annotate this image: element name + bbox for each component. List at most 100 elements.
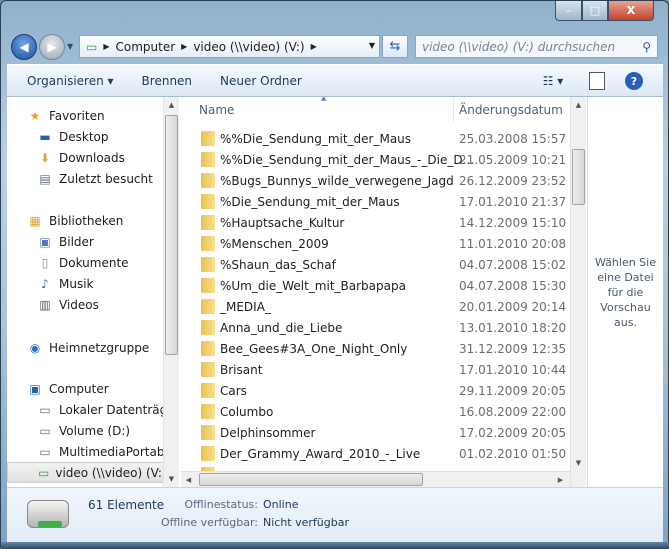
file-row[interactable]: %Shaun_das_Schaf 04.07.2008 15:02 [181, 254, 570, 275]
breadcrumb-separator-icon[interactable]: ▶ [311, 42, 317, 51]
folder-icon [201, 362, 215, 377]
column-header-date[interactable]: Änderungsdatum [459, 103, 563, 117]
folder-icon [201, 173, 215, 188]
file-name: Cars [220, 383, 247, 398]
search-input[interactable]: video (\\video) (V:) durchsuchen ⚲ [415, 35, 658, 58]
refresh-button[interactable]: ⇆ [382, 35, 408, 58]
nav-scrollbar-thumb[interactable] [165, 115, 178, 355]
file-date: 01.02.2010 01:50 [459, 446, 567, 461]
file-name: Der_Grammy_Award_2010_-_Live [220, 446, 421, 461]
nav-item[interactable]: ▤ Zuletzt besucht [7, 168, 153, 189]
file-row[interactable]: %Bugs_Bunnys_wilde_verwegene_Jagd 26.12.2… [181, 170, 570, 191]
file-row[interactable]: _MEDIA_ 20.01.2009 20:14 [181, 296, 570, 317]
file-name: %Um_die_Welt_mit_Barbapapa [220, 278, 406, 293]
nav-item-label: Favoriten [49, 108, 105, 123]
offline-status-label: Offlinestatus: [184, 498, 258, 511]
column-header-name[interactable]: Name [199, 103, 234, 117]
organize-button[interactable]: Organisieren ▾ [7, 74, 128, 88]
file-list-scrollbar[interactable]: ▲ ▼ [570, 97, 586, 487]
nav-item[interactable]: ▬ Desktop [7, 126, 108, 147]
forward-button[interactable]: ▶ [39, 34, 65, 60]
breadcrumb-separator-icon[interactable]: ▶ [103, 42, 109, 51]
scroll-down-icon[interactable]: ▼ [571, 455, 586, 471]
nav-item[interactable]: ▦ Bibliotheken [7, 210, 123, 231]
file-row[interactable]: %%Die_Sendung_mit_der_Maus 25.03.2008 15:… [181, 128, 570, 149]
recent-pages-dropdown[interactable]: ▼ [67, 42, 73, 51]
scroll-left-icon[interactable]: ◀ [181, 472, 196, 487]
file-row[interactable]: %Hauptsache_Kultur 14.12.2009 15:10 [181, 212, 570, 233]
file-row[interactable]: Delphinsommer 17.02.2009 20:05 [181, 422, 570, 443]
file-date: 14.12.2009 15:10 [459, 215, 567, 230]
horizontal-scrollbar[interactable]: ◀ ▶ [181, 471, 570, 487]
file-list-scrollbar-thumb[interactable] [572, 149, 585, 205]
file-row[interactable]: %Die_Sendung_mit_der_Maus 17.01.2010 21:3… [181, 191, 570, 212]
folder-icon [201, 299, 215, 314]
nav-item[interactable]: ♪ Musik [7, 273, 93, 294]
nav-item-label: Zuletzt besucht [59, 171, 153, 186]
burn-button[interactable]: Brennen [128, 74, 206, 88]
nav-item[interactable]: ▯ Dokumente [7, 252, 129, 273]
view-options-button[interactable]: ☷ ▾ [535, 72, 571, 90]
file-row[interactable]: Bee_Gees#3A_One_Night_Only 31.12.2009 12:… [181, 338, 570, 359]
minimize-button[interactable]: – [555, 1, 582, 21]
file-row[interactable]: %%Die_Sendung_mit_der_Maus_-_Die_D... 21.… [181, 149, 570, 170]
nav-item-label: Dokumente [59, 255, 129, 270]
nav-item[interactable]: ▭ Volume (D:) [7, 420, 130, 441]
desktop-icon: ▬ [39, 129, 51, 144]
scroll-up-icon[interactable]: ▲ [164, 97, 179, 113]
nav-item[interactable]: ▭ Lokaler Datenträger [7, 399, 179, 420]
file-row[interactable]: Columbo 16.08.2009 22:00 [181, 401, 570, 422]
breadcrumb-computer[interactable]: Computer [116, 40, 176, 54]
file-name: %%Die_Sendung_mit_der_Maus_-_Die_D... [220, 152, 475, 167]
scroll-up-icon[interactable]: ▲ [571, 97, 586, 113]
local-disk-icon: ▭ [39, 402, 51, 417]
nav-item[interactable]: ▣ Computer [7, 378, 108, 399]
address-bar[interactable]: ▭ ▶ Computer ▶ video (\\video) (V:) ▶ ▼ [79, 35, 380, 58]
folder-icon [201, 236, 215, 251]
chevron-down-icon[interactable]: ▼ [369, 41, 375, 50]
file-row[interactable]: %Menschen_2009 11.01.2010 20:08 [181, 233, 570, 254]
nav-item[interactable]: ◉ Heimnetzgruppe [7, 337, 149, 358]
file-row[interactable]: Anna_und_die_Liebe 13.01.2010 18:20 [181, 317, 570, 338]
file-list: Name ▲ Änderungsdatum %%Die_Sendung_mit_… [181, 97, 586, 487]
file-date: 25.03.2008 15:57 [459, 131, 567, 146]
nav-item[interactable]: ★ Favoriten [7, 105, 105, 126]
nav-item[interactable]: ▥ Videos [7, 294, 99, 315]
nav-item[interactable]: ▭ video (\\video) (V:) [7, 462, 167, 483]
file-date: 04.07.2008 15:02 [459, 257, 567, 272]
search-placeholder: video (\\video) (V:) durchsuchen [422, 39, 616, 54]
file-row[interactable]: Brisant 17.01.2010 10:44 [181, 359, 570, 380]
folder-icon [201, 215, 215, 230]
column-divider[interactable] [453, 97, 454, 122]
nav-item-label: Bibliotheken [49, 213, 124, 228]
search-icon[interactable]: ⚲ [642, 40, 651, 54]
folder-icon [201, 341, 215, 356]
breadcrumb-separator-icon[interactable]: ▶ [181, 42, 187, 51]
breadcrumb-video[interactable]: video (\\video) (V:) [193, 40, 304, 54]
explorer-window: – □ X ◀ ▶ ▼ ▭ ▶ Computer ▶ video (\\vide… [0, 0, 669, 549]
file-name: _MEDIA_ [220, 299, 271, 314]
folder-icon [201, 257, 215, 272]
help-button[interactable]: ? [625, 72, 643, 90]
nav-item-label: Bilder [59, 234, 94, 249]
folder-icon [201, 194, 215, 209]
nav-item[interactable]: ⬇ Downloads [7, 147, 125, 168]
new-folder-button[interactable]: Neuer Ordner [206, 74, 316, 88]
nav-item[interactable]: ▭ MultimediaPortable [7, 441, 175, 462]
nav-scrollbar[interactable]: ▲ ▼ [163, 97, 179, 487]
file-row[interactable]: Der_Grammy_Award_2010_-_Live 01.02.2010 0… [181, 443, 570, 464]
scroll-down-icon[interactable]: ▼ [164, 471, 179, 487]
file-row[interactable]: Cars 29.11.2009 20:05 [181, 380, 570, 401]
preview-pane-button[interactable] [589, 72, 605, 90]
nav-item[interactable]: ▣ Bilder [7, 231, 94, 252]
documents-icon: ▯ [41, 255, 49, 270]
details-pane: 61 Elemente Offlinestatus: Online Offlin… [7, 487, 663, 542]
scroll-right-icon[interactable]: ▶ [553, 472, 568, 487]
file-row[interactable]: %Um_die_Welt_mit_Barbapapa 04.07.2008 15:… [181, 275, 570, 296]
videos-icon: ▥ [39, 297, 51, 312]
close-button[interactable]: X [608, 1, 654, 21]
nav-item-label: Heimnetzgruppe [49, 340, 150, 355]
back-button[interactable]: ◀ [11, 34, 37, 60]
horizontal-scrollbar-thumb[interactable] [199, 473, 423, 486]
maximize-button[interactable]: □ [582, 1, 608, 21]
